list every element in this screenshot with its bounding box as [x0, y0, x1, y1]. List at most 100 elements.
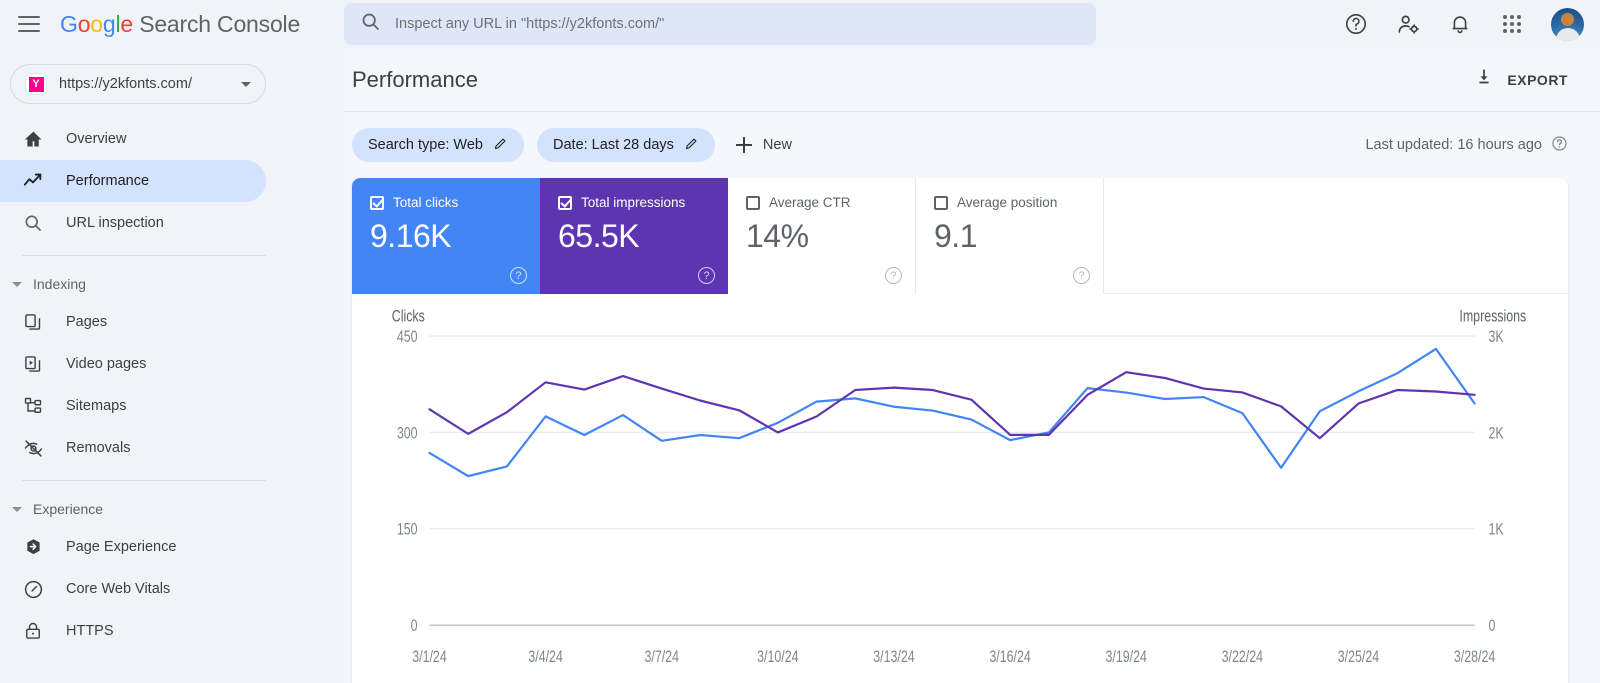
- logo-letter-g: G: [60, 10, 78, 37]
- new-filter-label: New: [762, 137, 792, 153]
- sidebar-item-label: URL inspection: [66, 215, 164, 231]
- plus-icon: [735, 137, 752, 153]
- sidebar-section-label: Experience: [33, 501, 104, 517]
- x-axis-tick: 3/10/24: [757, 648, 798, 666]
- sidebar-item-page-experience[interactable]: Page Experience: [0, 526, 266, 568]
- logo-suffix: Search Console: [133, 10, 301, 37]
- metric-cards: Total clicks 9.16K ? Total impressions 6…: [352, 178, 1568, 294]
- help-icon[interactable]: [1551, 135, 1568, 156]
- sidebar-section-indexing[interactable]: Indexing: [0, 267, 344, 301]
- apps-grid-icon[interactable]: [1499, 11, 1525, 37]
- export-button[interactable]: EXPORT: [1474, 67, 1568, 92]
- sidebar-divider: [22, 480, 266, 481]
- metric-card-average-position[interactable]: Average position 9.1 ?: [916, 178, 1104, 294]
- metric-cards-filler: [1104, 178, 1568, 294]
- top-app-bar: Google Search Console: [0, 0, 1600, 48]
- help-icon[interactable]: ?: [510, 267, 527, 284]
- y-axis-tick: 0: [411, 618, 418, 636]
- logo-letter-e: e: [120, 10, 133, 37]
- x-axis-tick: 3/1/24: [412, 648, 446, 666]
- performance-chart: Clicks Impressions 0 0 150 1K 300 2K 450 3K 3/1/24…: [352, 294, 1568, 683]
- filter-bar: Search type: Web Date: Last 28 days New: [344, 112, 1600, 178]
- x-axis-tick: 3/28/24: [1454, 648, 1495, 666]
- logo-letter-o1: o: [77, 10, 91, 37]
- sidebar-item-pages[interactable]: Pages: [0, 301, 266, 343]
- sidebar-item-label: HTTPS: [66, 623, 114, 639]
- sidebar-item-label: Removals: [66, 440, 131, 456]
- chevron-down-icon: [12, 281, 22, 287]
- sidebar-item-url-inspection[interactable]: URL inspection: [0, 202, 266, 244]
- search-icon: [22, 212, 44, 234]
- x-axis-tick: 3/25/24: [1338, 648, 1379, 666]
- filter-chip-search-type[interactable]: Search type: Web: [352, 128, 524, 162]
- sidebar-item-label: Performance: [66, 173, 150, 189]
- performance-chart-svg: Clicks Impressions 0 0 150 1K 300 2K 450 3K 3/1/24…: [392, 308, 1527, 666]
- y-axis-title: Clicks: [392, 308, 425, 326]
- performance-panel: Total clicks 9.16K ? Total impressions 6…: [352, 178, 1568, 683]
- sidebar-item-performance[interactable]: Performance: [0, 160, 266, 202]
- sidebar-item-video-pages[interactable]: Video pages: [0, 343, 266, 385]
- metric-card-average-ctr[interactable]: Average CTR 14% ?: [728, 178, 916, 294]
- pages-icon: [22, 311, 44, 333]
- y2-axis-title: Impressions: [1459, 308, 1526, 326]
- chevron-down-icon[interactable]: [241, 81, 251, 87]
- download-icon: [1474, 67, 1494, 92]
- x-axis-tick: 3/7/24: [644, 648, 678, 666]
- metric-label-row: Total impressions: [558, 195, 710, 210]
- checkbox-checked-icon[interactable]: [370, 195, 384, 210]
- metric-value: 14%: [746, 218, 809, 254]
- metric-label-row: Total clicks: [370, 195, 522, 210]
- y-axis-tick: 450: [397, 328, 418, 346]
- export-label: EXPORT: [1507, 71, 1568, 88]
- notifications-bell-icon[interactable]: [1447, 11, 1473, 37]
- sidebar-section-experience[interactable]: Experience: [0, 492, 344, 526]
- filter-label: Search type: Web: [368, 137, 483, 153]
- pencil-icon[interactable]: [684, 136, 699, 155]
- sidebar-item-sitemaps[interactable]: Sitemaps: [0, 385, 266, 427]
- metric-value: 65.5K: [558, 218, 640, 254]
- checkbox-checked-icon[interactable]: [558, 195, 572, 210]
- pencil-icon[interactable]: [493, 136, 508, 155]
- avatar[interactable]: [1551, 7, 1584, 41]
- account-settings-icon[interactable]: [1395, 11, 1421, 37]
- checkbox-unchecked-icon[interactable]: [746, 195, 760, 210]
- metric-value: 9.1: [934, 218, 977, 254]
- metric-value: 9.16K: [370, 218, 452, 254]
- search-icon: [360, 11, 381, 37]
- x-axis-tick: 3/16/24: [989, 648, 1030, 666]
- x-axis-tick: 3/19/24: [1106, 648, 1147, 666]
- help-icon[interactable]: [1343, 11, 1369, 37]
- help-icon[interactable]: ?: [1073, 267, 1090, 284]
- metric-label-row: Average CTR: [746, 195, 897, 210]
- hamburger-menu-icon[interactable]: [18, 11, 44, 37]
- logo-letter-g2: g: [102, 10, 116, 37]
- y2-axis-tick: 0: [1489, 618, 1496, 636]
- metric-card-total-impressions[interactable]: Total impressions 65.5K ?: [540, 178, 728, 294]
- sidebar-item-label: Video pages: [66, 356, 147, 372]
- metric-card-total-clicks[interactable]: Total clicks 9.16K ?: [352, 178, 540, 294]
- sidebar-item-removals[interactable]: Removals: [0, 427, 266, 469]
- property-selector[interactable]: Y https://y2kfonts.com/: [10, 64, 266, 104]
- help-icon[interactable]: ?: [885, 267, 902, 284]
- x-axis-tick: 3/4/24: [528, 648, 562, 666]
- y-axis-tick: 150: [397, 521, 418, 539]
- sidebar-item-core-web-vitals[interactable]: Core Web Vitals: [0, 568, 266, 610]
- main-content: Performance EXPORT Search type: Web Date…: [344, 48, 1600, 683]
- sidebar-item-label: Overview: [66, 131, 127, 147]
- help-icon[interactable]: ?: [698, 267, 715, 284]
- sidebar-item-https[interactable]: HTTPS: [0, 610, 266, 652]
- sidebar-section-label: Indexing: [33, 276, 86, 292]
- new-filter-button[interactable]: New: [735, 137, 792, 153]
- y2-axis-tick: 2K: [1489, 425, 1504, 443]
- search-input[interactable]: [395, 16, 1080, 32]
- metric-label: Total impressions: [581, 195, 686, 210]
- metric-label: Average position: [957, 195, 1058, 210]
- top-bar-actions: [1343, 7, 1584, 41]
- favicon-letter: Y: [28, 76, 44, 92]
- checkbox-unchecked-icon[interactable]: [934, 195, 948, 210]
- url-inspection-searchbar[interactable]: [344, 3, 1096, 45]
- sidebar-item-overview[interactable]: Overview: [0, 118, 266, 160]
- chart-line-total-impressions: [429, 372, 1474, 438]
- google-search-console-logo: Google Search Console: [60, 11, 300, 38]
- filter-chip-date[interactable]: Date: Last 28 days: [537, 128, 715, 162]
